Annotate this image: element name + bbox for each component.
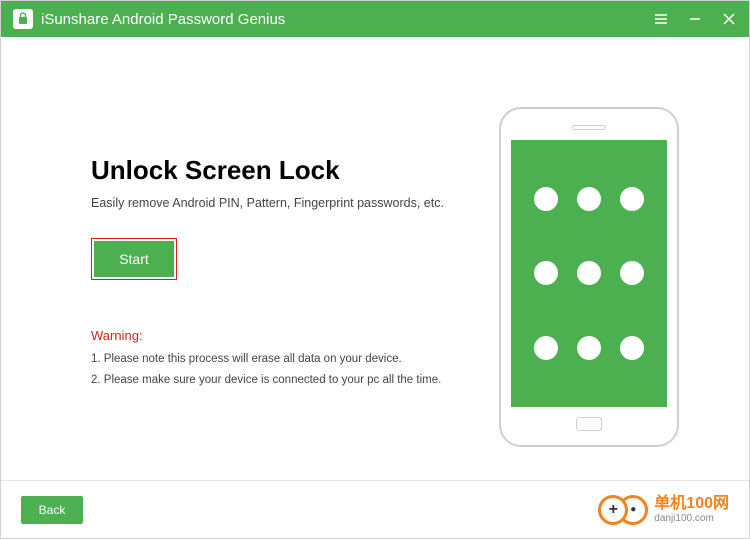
watermark-text: 单机100网 danji100.com xyxy=(654,495,729,524)
titlebar: iSunshare Android Password Genius xyxy=(1,1,749,37)
start-button-highlight: Start xyxy=(91,238,177,280)
app-logo-icon xyxy=(13,9,33,29)
start-button[interactable]: Start xyxy=(94,241,174,277)
pattern-dot xyxy=(577,187,601,211)
warning-line-2: 2. Please make sure your device is conne… xyxy=(91,370,479,391)
page-heading: Unlock Screen Lock xyxy=(91,155,479,186)
app-title: iSunshare Android Password Genius xyxy=(41,11,653,28)
pattern-dot xyxy=(534,336,558,360)
pattern-dot xyxy=(577,261,601,285)
pattern-dot xyxy=(577,336,601,360)
watermark-plus-icon: + xyxy=(598,495,628,525)
phone-home-button-icon xyxy=(576,417,602,431)
watermark-logo-icon: + ● xyxy=(598,495,648,525)
pattern-dot xyxy=(620,261,644,285)
warning-title: Warning: xyxy=(91,328,479,343)
pattern-dot xyxy=(534,187,558,211)
menu-icon[interactable] xyxy=(653,11,669,27)
warning-line-1: 1. Please note this process will erase a… xyxy=(91,349,479,370)
pattern-dot xyxy=(534,261,558,285)
main-content: Unlock Screen Lock Easily remove Android… xyxy=(1,37,749,467)
page-subtext: Easily remove Android PIN, Pattern, Fing… xyxy=(91,196,479,210)
watermark-cn: 单机100网 xyxy=(654,495,729,513)
phone-speaker-icon xyxy=(572,125,606,130)
phone-screen xyxy=(511,140,667,407)
watermark: + ● 单机100网 danji100.com xyxy=(598,495,729,525)
footer: Back + ● 单机100网 danji100.com xyxy=(1,480,749,538)
phone-illustration xyxy=(499,107,679,447)
minimize-icon[interactable] xyxy=(687,11,703,27)
window-controls xyxy=(653,11,737,27)
pattern-dot xyxy=(620,336,644,360)
right-column xyxy=(479,87,699,467)
close-icon[interactable] xyxy=(721,11,737,27)
warning-block: Warning: 1. Please note this process wil… xyxy=(91,328,479,390)
left-column: Unlock Screen Lock Easily remove Android… xyxy=(91,87,479,467)
watermark-en: danji100.com xyxy=(654,513,729,524)
pattern-dot xyxy=(620,187,644,211)
back-button[interactable]: Back xyxy=(21,496,83,524)
